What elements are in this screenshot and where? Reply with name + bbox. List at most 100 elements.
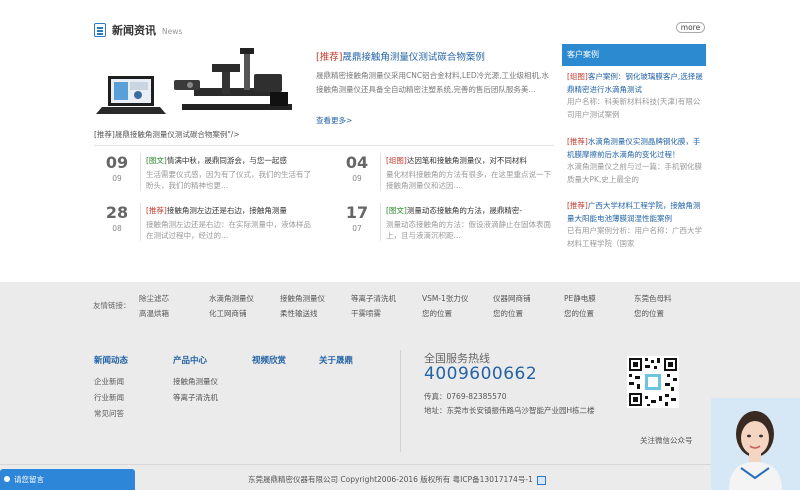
case-title[interactable]: [推荐]广西大学材料工程学院，接触角测量大阳能电池薄膜润湿性能案例 bbox=[567, 200, 707, 225]
friend-link[interactable]: 您的位置 bbox=[634, 308, 664, 319]
news-tag: [推荐] bbox=[146, 206, 167, 215]
footer-col-video: 视频欣赏 bbox=[252, 354, 286, 374]
case-tag: [组图] bbox=[567, 72, 588, 81]
news-item-title[interactable]: [推荐]接触角测左边还是右边，接触角测量 bbox=[146, 205, 287, 216]
footer-link[interactable]: 常见问答 bbox=[94, 406, 128, 422]
footer-heading[interactable]: 关于晟鼎 bbox=[319, 354, 353, 366]
qr-code-icon bbox=[627, 356, 679, 408]
news-item-desc: 测量动态接触角的方法：假设液滴静止在固体表面上，且与液滴沉积距... bbox=[386, 220, 551, 240]
featured-caption[interactable]: [推荐]晟鼎接触角测量仪测试碳合物案例"/> bbox=[94, 129, 240, 140]
case-item[interactable]: [组图]客户案例：钢化玻璃膜客户,选择晟鼎精密进行水滴角测试 用户名称：科美新材… bbox=[567, 71, 707, 121]
news-tag: [组图] bbox=[386, 156, 407, 165]
news-more-button[interactable]: more bbox=[676, 22, 705, 33]
footer-link[interactable]: 等离子清洗机 bbox=[173, 390, 218, 406]
news-day: 17 bbox=[345, 203, 369, 222]
case-title-text: 广西大学材料工程学院，接触角测量大阳能电池薄膜润湿性能案例 bbox=[567, 201, 701, 223]
news-date-divider bbox=[380, 203, 381, 241]
case-tag: [推荐] bbox=[567, 137, 588, 146]
police-badge-icon[interactable] bbox=[537, 475, 547, 485]
featured-title[interactable]: [推荐]晟鼎接触角测量仪测试碳合物案例 bbox=[316, 49, 485, 63]
footer-col-about: 关于晟鼎 bbox=[319, 354, 353, 374]
qr-label: 关注微信公众号 bbox=[640, 436, 693, 445]
news-item[interactable]: 09 09 [图文]情满中秋，晟鼎同游会，与您一起感 生活需要仪式感，因为有了仪… bbox=[94, 151, 311, 201]
news-date-divider bbox=[140, 153, 141, 191]
news-item-desc: 量化材料接触角的方法有很多，在这里重点说一下接触角测量仪和达因... bbox=[386, 170, 551, 190]
address-text: 地址：东莞市长安镇振伟路乌沙智能产业园H栋二楼 bbox=[424, 406, 595, 415]
friend-link[interactable]: 高温烘箱 bbox=[139, 308, 169, 319]
friend-link[interactable]: 您的位置 bbox=[493, 308, 523, 319]
document-icon bbox=[94, 23, 106, 37]
friend-link[interactable]: 柔性输送线 bbox=[280, 308, 318, 319]
news-day: 28 bbox=[105, 203, 129, 222]
footer-link[interactable]: 企业新闻 bbox=[94, 374, 128, 390]
case-title[interactable]: [组图]客户案例：钢化玻璃膜客户,选择晟鼎精密进行水滴角测试 bbox=[567, 71, 707, 96]
news-item-title[interactable]: [组图]达因笔和接触角测量仪，对不同材料 bbox=[386, 155, 527, 166]
news-item[interactable]: 04 09 [组图]达因笔和接触角测量仪，对不同材料 量化材料接触角的方法有很多… bbox=[334, 151, 551, 201]
footer-col-news: 新闻动态 企业新闻 行业新闻 常见问答 bbox=[94, 354, 128, 422]
news-tag: [图文] bbox=[146, 156, 167, 165]
news-month: 07 bbox=[352, 224, 362, 233]
leave-message-button[interactable]: 请您留言 bbox=[0, 469, 135, 490]
links-label: 友情链接： bbox=[93, 301, 131, 310]
news-item[interactable]: 28 08 [推荐]接触角测左边还是右边，接触角测量 接触角测左边还是右边：在实… bbox=[94, 201, 311, 251]
copyright-divider bbox=[0, 464, 800, 465]
friend-link[interactable]: 等离子清洗机 bbox=[351, 293, 396, 304]
case-title[interactable]: [推荐]水滴角测量仪实测晶牌钢化膜，手机膜摩擦前后水滴角的变化过程！ bbox=[567, 136, 707, 161]
friend-link[interactable]: VSM-1张力仪 bbox=[422, 293, 468, 304]
footer-heading[interactable]: 产品中心 bbox=[173, 354, 218, 366]
case-tag: [推荐] bbox=[567, 201, 588, 210]
friend-link[interactable]: 化工网商铺 bbox=[209, 308, 247, 319]
featured-more-link[interactable]: 查看更多> bbox=[316, 115, 352, 126]
case-desc: 已有用户案例分析：用户名称：广西大学材料工程学院（国家 bbox=[567, 226, 702, 248]
case-desc: 水滴角测量仪之前与过一篇：手机钢化膜质量大PK,史上最全的 bbox=[567, 162, 702, 184]
news-item-desc: 生活需要仪式感，因为有了仪式，我们的生活有了盼头，我们的精神也更... bbox=[146, 170, 311, 190]
footer-divider bbox=[400, 350, 401, 452]
news-title-text: 情满中秋，晟鼎同游会，与您一起感 bbox=[166, 156, 287, 165]
fax-text: 传真：0769-82385570 bbox=[424, 392, 507, 401]
news-title-text: 接触角测左边还是右边，接触角测量 bbox=[166, 206, 287, 215]
featured-title-text: 晟鼎接触角测量仪测试碳合物案例 bbox=[342, 52, 485, 63]
laptop-icon bbox=[96, 76, 166, 114]
news-subtitle: News bbox=[162, 26, 183, 36]
news-date-divider bbox=[140, 203, 141, 241]
news-date-divider bbox=[380, 153, 381, 191]
copyright-label: 东莞晟鼎精密仪器有限公司 Copyright2006-2016 版权所有 粤IC… bbox=[248, 475, 533, 484]
friend-links: 友情链接： 除尘滤芯 水滴角测量仪 接触角测量仪 等离子清洗机 VSM-1张力仪… bbox=[0, 282, 800, 322]
featured-body: 晟鼎精密接触角测量仪采用CNC铝合金材料,LED冷光源,工业级相机,水接触角测量… bbox=[316, 71, 549, 94]
friend-link[interactable]: 您的位置 bbox=[422, 308, 452, 319]
news-month: 09 bbox=[352, 174, 362, 183]
news-tag: [图文] bbox=[386, 206, 407, 215]
copyright-text: 东莞晟鼎精密仪器有限公司 Copyright2006-2016 版权所有 粤IC… bbox=[248, 474, 547, 485]
featured-tag: [推荐] bbox=[316, 52, 343, 63]
cases-title: 客户案例 bbox=[562, 44, 706, 66]
news-item[interactable]: 17 07 [图文]测量动态接触角的方法，晟鼎精密- 测量动态接触角的方法：假设… bbox=[334, 201, 551, 251]
footer-heading[interactable]: 视频欣赏 bbox=[252, 354, 286, 366]
friend-link[interactable]: 干雾喷雾 bbox=[351, 308, 381, 319]
footer-heading[interactable]: 新闻动态 bbox=[94, 354, 128, 366]
hotline-number: 4009600662 bbox=[424, 364, 538, 384]
case-title-text: 客户案例：钢化玻璃膜客户,选择晟鼎精密进行水滴角测试 bbox=[567, 72, 703, 94]
instrument-icon bbox=[174, 48, 292, 110]
news-month: 08 bbox=[112, 224, 122, 233]
site-footer: 新闻动态 企业新闻 行业新闻 常见问答 产品中心 接触角测量仪 等离子清洗机 视… bbox=[0, 322, 800, 490]
case-item[interactable]: [推荐]水滴角测量仪实测晶牌钢化膜，手机膜摩擦前后水滴角的变化过程！ 水滴角测量… bbox=[567, 136, 707, 186]
friend-link[interactable]: 水滴角测量仪 bbox=[209, 293, 254, 304]
friend-link[interactable]: PE静电膜 bbox=[564, 293, 596, 304]
case-item[interactable]: [推荐]广西大学材料工程学院，接触角测量大阳能电池薄膜润湿性能案例 已有用户案例… bbox=[567, 200, 707, 250]
friend-link[interactable]: 您的位置 bbox=[564, 308, 594, 319]
news-item-title[interactable]: [图文]情满中秋，晟鼎同游会，与您一起感 bbox=[146, 155, 287, 166]
footer-link[interactable]: 行业新闻 bbox=[94, 390, 128, 406]
case-desc: 用户名称：科美新材料科技(天津)有限公司用户测试案例 bbox=[567, 97, 701, 119]
news-day: 09 bbox=[105, 153, 129, 172]
footer-link[interactable]: 接触角测量仪 bbox=[173, 374, 218, 390]
news-divider bbox=[94, 145, 554, 146]
news-month: 09 bbox=[112, 174, 122, 183]
friend-link[interactable]: 仪器网商铺 bbox=[493, 293, 531, 304]
news-item-title[interactable]: [图文]测量动态接触角的方法，晟鼎精密- bbox=[386, 205, 522, 216]
customer-service-avatar[interactable] bbox=[711, 398, 800, 490]
friend-link[interactable]: 接触角测量仪 bbox=[280, 293, 325, 304]
friend-link[interactable]: 东莞色母料 bbox=[634, 293, 672, 304]
friend-link[interactable]: 除尘滤芯 bbox=[139, 293, 169, 304]
featured-image[interactable] bbox=[94, 44, 304, 122]
news-section: 新闻资讯 News more [推荐]晟鼎接触角测量仪测试碳合物案例"/> [推… bbox=[0, 0, 800, 282]
